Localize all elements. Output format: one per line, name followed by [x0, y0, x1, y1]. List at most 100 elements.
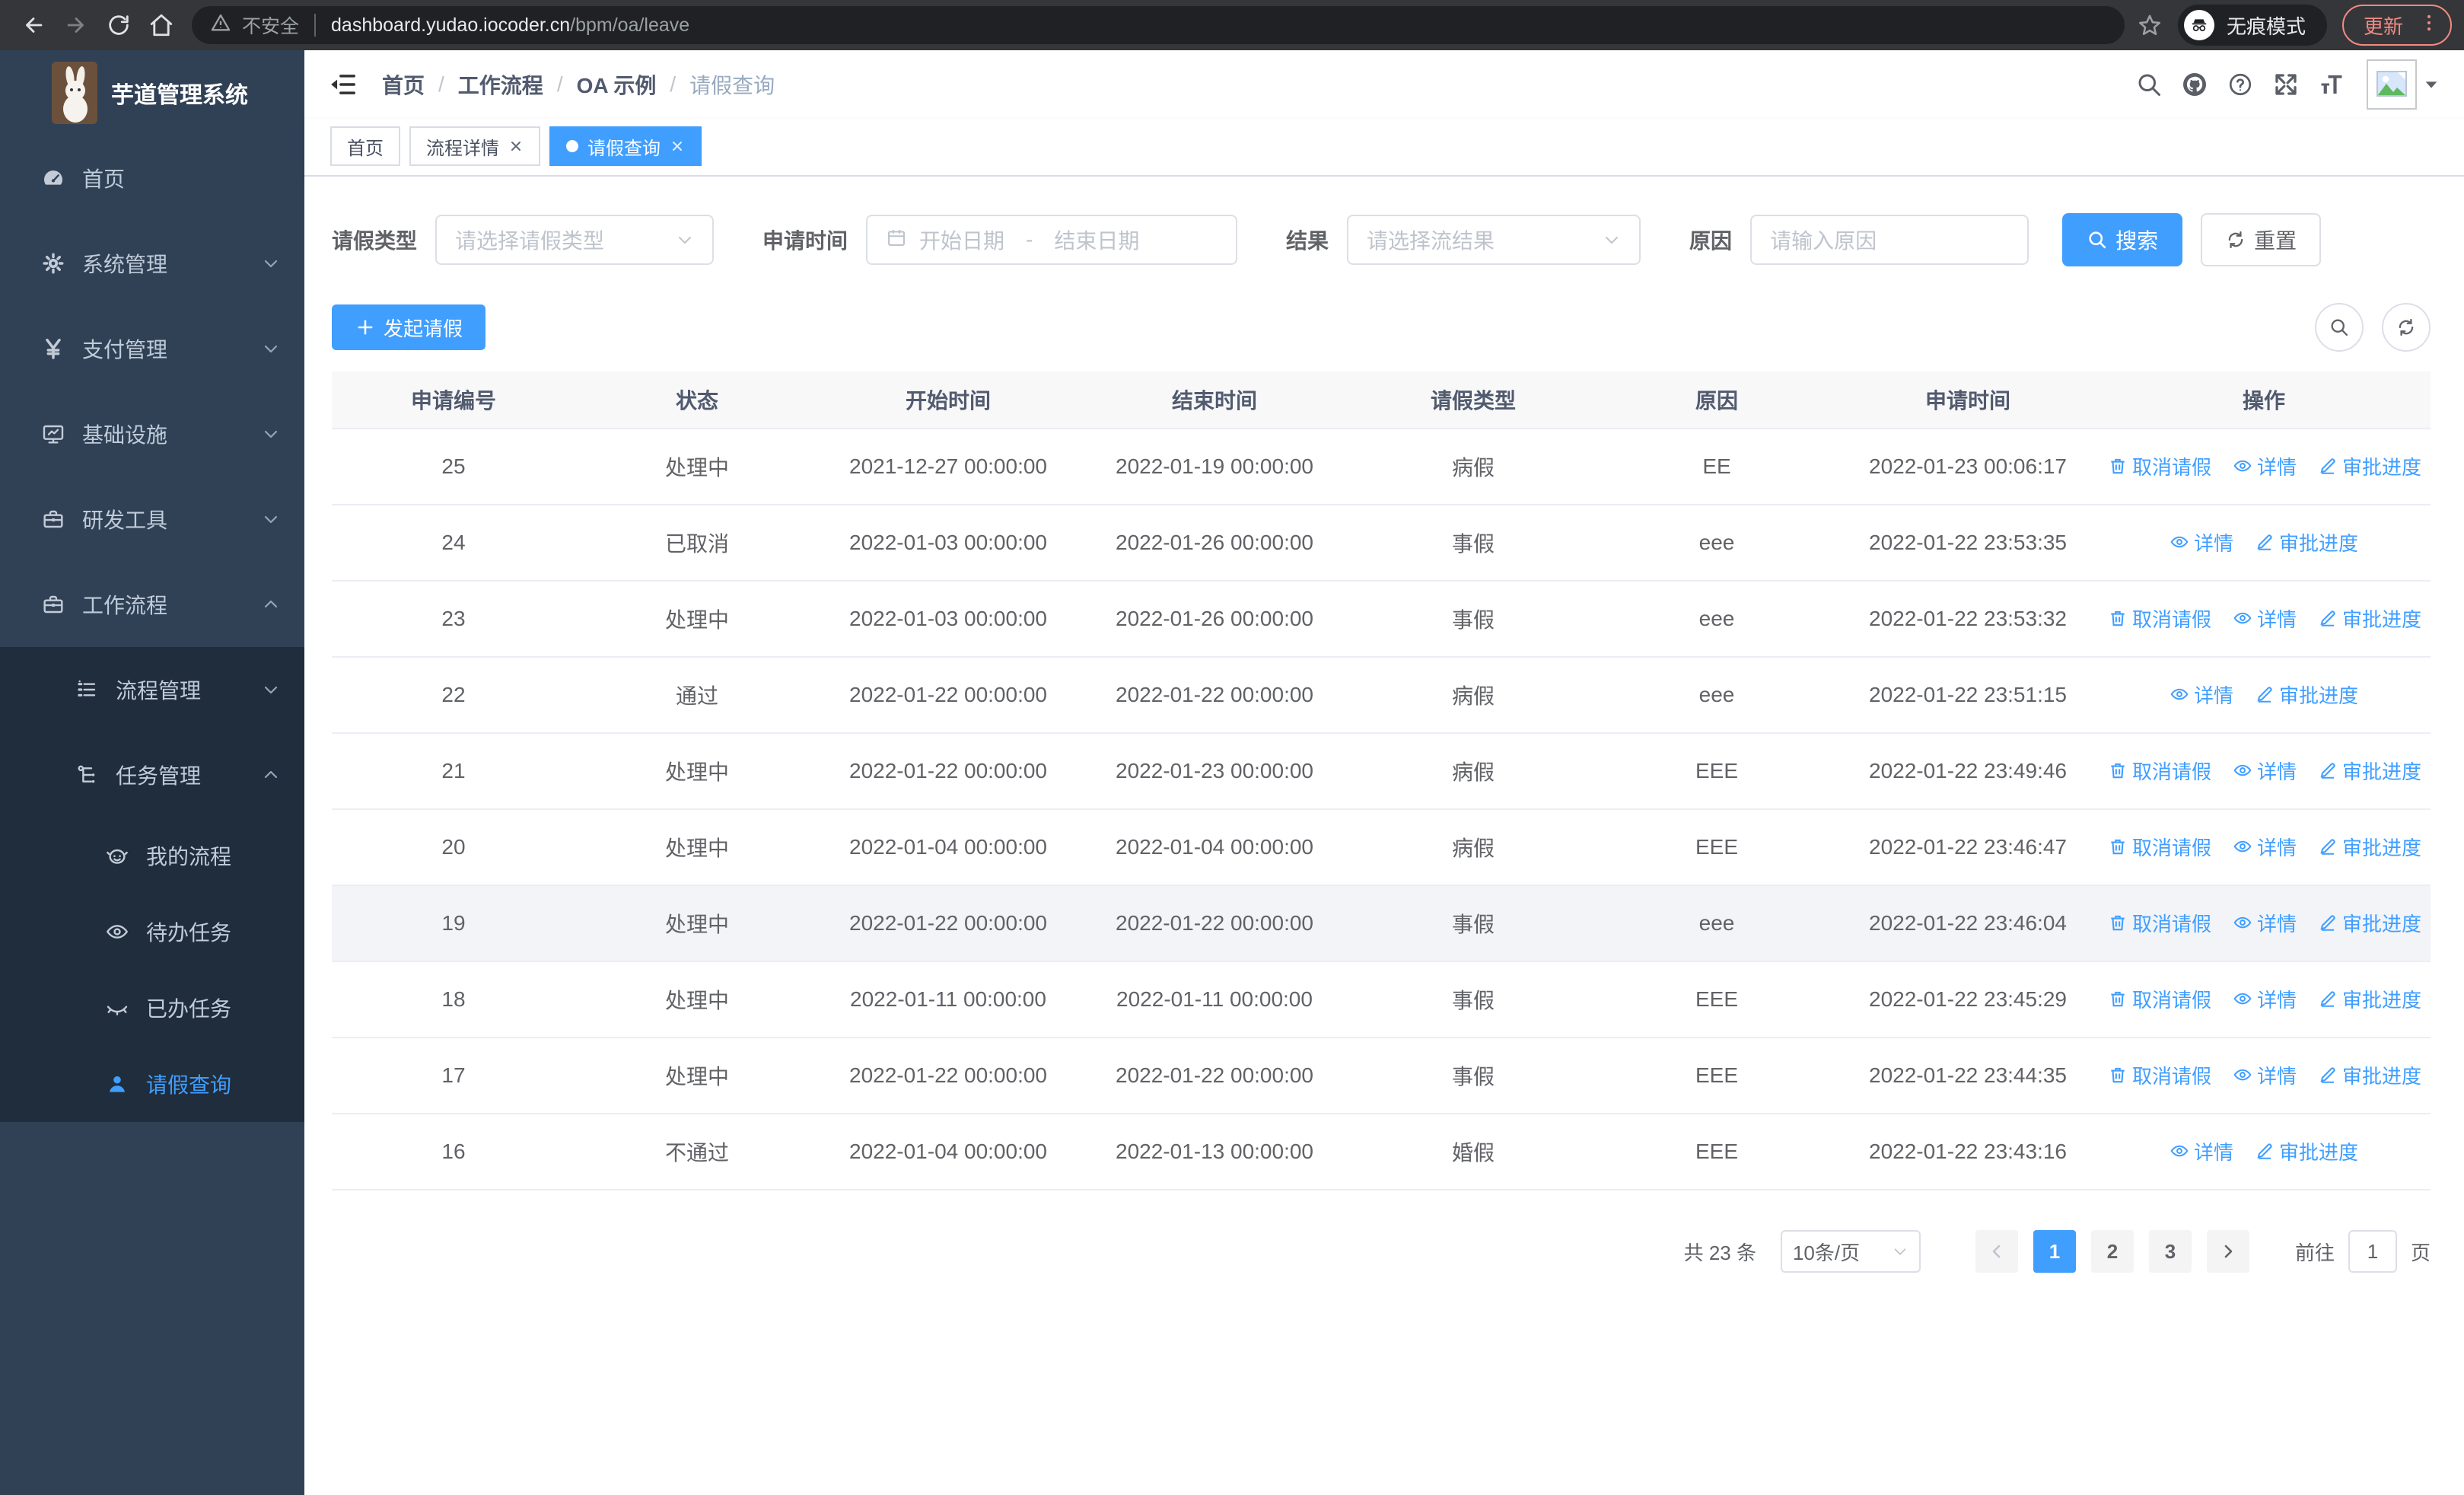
- security-warning-icon: [210, 12, 231, 39]
- toggle-search-button[interactable]: [2315, 303, 2364, 352]
- breadcrumb-oa-example[interactable]: OA 示例: [577, 69, 657, 100]
- detail-action-link[interactable]: 详情: [2233, 452, 2297, 480]
- back-icon[interactable]: [12, 4, 55, 46]
- prev-page-button[interactable]: [1975, 1230, 2018, 1273]
- breadcrumb-workflow[interactable]: 工作流程: [458, 69, 543, 100]
- approval-progress-action-link[interactable]: 审批进度: [2318, 1061, 2421, 1089]
- approval-progress-action-link[interactable]: 审批进度: [2255, 1137, 2358, 1165]
- close-icon[interactable]: [670, 139, 685, 154]
- cancel-leave-action-link[interactable]: 取消请假: [2108, 909, 2211, 937]
- approval-progress-action-link[interactable]: 审批进度: [2318, 757, 2421, 785]
- page-suffix-label: 页: [2410, 1241, 2431, 1264]
- page-size-select[interactable]: 10条/页: [1780, 1230, 1921, 1273]
- reason-input[interactable]: 请输入原因: [1750, 215, 2029, 265]
- approval-progress-action-link[interactable]: 审批进度: [2255, 528, 2358, 556]
- approval-progress-action-link[interactable]: 审批进度: [2318, 604, 2421, 633]
- tab-process-detail[interactable]: 流程详情: [409, 126, 540, 166]
- tab-home[interactable]: 首页: [330, 126, 400, 166]
- detail-action-link[interactable]: 详情: [2233, 909, 2297, 937]
- sidebar-item-leave-query[interactable]: 请假查询: [0, 1046, 304, 1122]
- font-size-icon[interactable]: [2309, 62, 2354, 107]
- detail-action-link[interactable]: 详情: [2170, 528, 2233, 556]
- sidebar-item-task-mgmt[interactable]: 任务管理: [0, 732, 304, 818]
- forward-icon[interactable]: [55, 4, 97, 46]
- goto-page-input[interactable]: 1: [2348, 1230, 2397, 1273]
- home-icon[interactable]: [140, 4, 183, 46]
- detail-action-link[interactable]: 详情: [2170, 681, 2233, 709]
- sidebar-item-done-tasks[interactable]: 已办任务: [0, 970, 304, 1046]
- reload-icon[interactable]: [97, 4, 140, 46]
- table-cell: 2022-01-22 23:46:47: [1838, 809, 2097, 886]
- sidebar-item-pay[interactable]: 支付管理: [0, 306, 304, 391]
- sidebar-item-my-process[interactable]: 我的流程: [0, 818, 304, 894]
- update-pill[interactable]: 更新: [2341, 5, 2452, 46]
- url: dashboard.yudao.iocoder.cn/bpm/oa/leave: [331, 14, 689, 37]
- close-icon[interactable]: [508, 139, 524, 154]
- fullscreen-icon[interactable]: [2263, 62, 2309, 107]
- avatar[interactable]: [2367, 59, 2417, 110]
- refresh-table-button[interactable]: [2382, 303, 2431, 352]
- page-button-1[interactable]: 1: [2033, 1230, 2076, 1273]
- detail-action-link[interactable]: 详情: [2233, 833, 2297, 861]
- edit-icon: [2320, 1067, 2335, 1084]
- detail-action-link[interactable]: 详情: [2233, 757, 2297, 785]
- edit-icon: [2320, 458, 2335, 475]
- approval-progress-action-link[interactable]: 审批进度: [2318, 985, 2421, 1013]
- reset-button[interactable]: 重置: [2201, 213, 2322, 266]
- sidebar-item-home[interactable]: 首页: [0, 135, 304, 221]
- cancel-leave-action-link[interactable]: 取消请假: [2108, 833, 2211, 861]
- sidebar-item-infra[interactable]: 基础设施: [0, 391, 304, 477]
- row-actions: 详情 审批进度: [2097, 505, 2431, 582]
- help-icon[interactable]: [2217, 62, 2263, 107]
- cancel-leave-action-link[interactable]: 取消请假: [2108, 985, 2211, 1013]
- approval-progress-action-link[interactable]: 审批进度: [2318, 909, 2421, 937]
- app-logo[interactable]: 芋道管理系统: [0, 50, 304, 135]
- address-bar[interactable]: 不安全 dashboard.yudao.iocoder.cn/bpm/oa/le…: [192, 6, 2125, 44]
- search-icon[interactable]: [2126, 62, 2172, 107]
- sidebar-item-devtools[interactable]: 研发工具: [0, 477, 304, 562]
- bookmark-star-icon[interactable]: [2137, 12, 2163, 38]
- leave-type-select[interactable]: 请选择请假类型: [435, 215, 715, 265]
- next-page-button[interactable]: [2206, 1230, 2249, 1273]
- caret-down-icon[interactable]: [2423, 76, 2440, 93]
- result-select[interactable]: 请选择流结果: [1347, 215, 1641, 265]
- approval-progress-action-link[interactable]: 审批进度: [2255, 681, 2358, 709]
- cancel-leave-action-link[interactable]: 取消请假: [2108, 452, 2211, 480]
- table-cell: 2022-01-22 00:00:00: [819, 1038, 1078, 1114]
- menu-dots-icon[interactable]: [2418, 12, 2440, 39]
- row-actions: 取消请假 详情 审批进度: [2097, 733, 2431, 810]
- sidebar-fold-icon[interactable]: [329, 70, 358, 99]
- sidebar-item-label: 支付管理: [82, 338, 168, 362]
- search-button-label: 搜索: [2115, 229, 2159, 253]
- search-button[interactable]: 搜索: [2062, 213, 2183, 266]
- detail-action-link[interactable]: 详情: [2233, 1061, 2297, 1089]
- reason-placeholder: 请输入原因: [1770, 229, 1877, 253]
- apply-time-range-picker[interactable]: 开始日期 - 结束日期: [866, 215, 1238, 265]
- sidebar-menu: 首页 系统管理 支付管理 基础设施 研发工具 工作流程 流程管理 任务管理 我的…: [0, 135, 304, 1122]
- create-leave-button[interactable]: 发起请假: [332, 304, 486, 350]
- cancel-leave-action-link[interactable]: 取消请假: [2108, 757, 2211, 785]
- cancel-leave-action-link[interactable]: 取消请假: [2108, 604, 2211, 633]
- page-button-3[interactable]: 3: [2148, 1230, 2192, 1273]
- table-cell: EEE: [1595, 733, 1838, 810]
- tab-leave-query[interactable]: 请假查询: [549, 126, 702, 166]
- sidebar-item-system[interactable]: 系统管理: [0, 221, 304, 306]
- approval-progress-action-link[interactable]: 审批进度: [2318, 452, 2421, 480]
- incognito-label: 无痕模式: [2226, 14, 2306, 38]
- github-icon[interactable]: [2172, 62, 2217, 107]
- page-button-2[interactable]: 2: [2090, 1230, 2134, 1273]
- detail-action-link[interactable]: 详情: [2233, 985, 2297, 1013]
- table-cell: EEE: [1595, 961, 1838, 1038]
- sidebar-item-label: 我的流程: [146, 845, 232, 869]
- sidebar-item-todo-tasks[interactable]: 待办任务: [0, 894, 304, 970]
- breadcrumb-home[interactable]: 首页: [382, 69, 425, 100]
- cancel-leave-action-link[interactable]: 取消请假: [2108, 1061, 2211, 1089]
- sidebar-item-workflow[interactable]: 工作流程: [0, 562, 304, 647]
- approval-progress-action-link[interactable]: 审批进度: [2318, 833, 2421, 861]
- sidebar-item-label: 流程管理: [116, 679, 202, 703]
- sidebar-item-process-mgmt[interactable]: 流程管理: [0, 647, 304, 732]
- table-cell: 处理中: [575, 1038, 819, 1114]
- detail-action-link[interactable]: 详情: [2170, 1137, 2233, 1165]
- detail-action-link[interactable]: 详情: [2233, 604, 2297, 633]
- eye-closed-icon: [105, 996, 129, 1020]
